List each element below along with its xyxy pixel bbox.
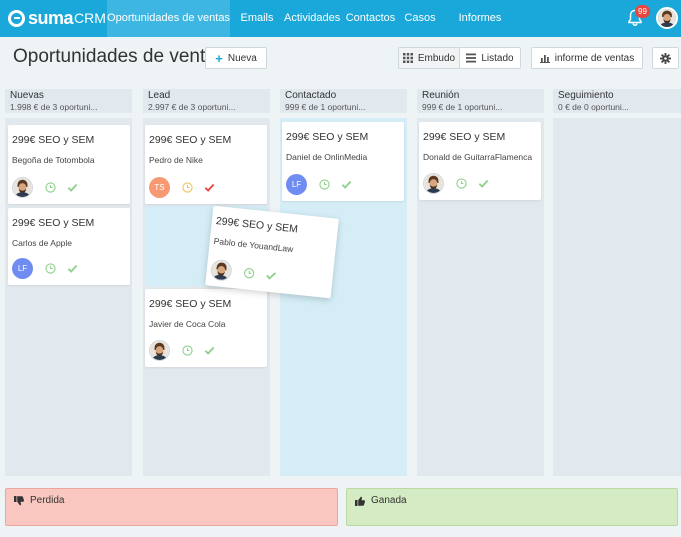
opportunity-card[interactable]: 299€ SEO y SEM Carlos de Apple LF: [8, 208, 130, 285]
nav-tab-emails[interactable]: Emails: [237, 0, 277, 37]
card-title: 299€ SEO y SEM: [286, 131, 369, 143]
check-icon[interactable]: [265, 269, 277, 281]
card-contact[interactable]: Begoña de Totombola: [12, 155, 95, 165]
list-icon: [466, 53, 477, 63]
logo-icon: [8, 9, 25, 27]
sales-report-label: informe de ventas: [554, 52, 635, 64]
sales-report-button[interactable]: informe de ventas: [531, 47, 643, 69]
person-photo-icon: [210, 259, 232, 281]
grid-icon: [402, 53, 413, 63]
owner-avatar[interactable]: [209, 258, 233, 282]
check-icon[interactable]: [67, 182, 78, 193]
thumbs-up-icon: [355, 496, 365, 506]
person-photo-icon: [13, 178, 32, 197]
column-header-contactado: Contactado 999 € de 1 oportuni...: [280, 89, 407, 113]
owner-avatar[interactable]: [423, 173, 444, 194]
logo-text: suma: [28, 7, 74, 28]
new-opportunity-button[interactable]: + Nueva: [205, 47, 267, 69]
card-contact[interactable]: Pedro de Nike: [149, 155, 203, 165]
plus-icon: +: [215, 50, 223, 66]
card-contact[interactable]: Donald de GuitarraFlamenca: [423, 152, 532, 162]
owner-avatar[interactable]: TS: [149, 177, 170, 198]
card-title: 299€ SEO y SEM: [423, 131, 506, 143]
opportunity-card[interactable]: 299€ SEO y SEM Daniel de OnlinMedia LF: [282, 122, 404, 201]
card-contact[interactable]: Pablo de YouandLaw: [213, 236, 293, 254]
person-photo-icon: [424, 174, 443, 193]
column-header-reunion: Reunión 999 € de 1 oportuni...: [417, 89, 544, 113]
column-summary: 999 € de 1 oportuni...: [285, 102, 366, 112]
list-view-label: Listado: [481, 52, 514, 64]
card-title: 299€ SEO y SEM: [149, 134, 232, 146]
dragging-opportunity-card[interactable]: 299€ SEO y SEM Pablo de YouandLaw: [205, 205, 339, 299]
opportunity-card[interactable]: 299€ SEO y SEM Javier de Coca Cola: [145, 289, 267, 367]
notification-badge: 99: [635, 5, 650, 18]
check-icon[interactable]: [478, 178, 489, 189]
clock-icon[interactable]: [319, 179, 330, 190]
clock-icon[interactable]: [45, 263, 56, 274]
opportunity-card[interactable]: 299€ SEO y SEM Donald de GuitarraFlamenc…: [419, 122, 541, 200]
settings-button[interactable]: [652, 47, 679, 69]
column-summary: 1.998 € de 3 oportuni...: [10, 102, 98, 112]
logo-suffix: CRM: [74, 10, 106, 26]
nav-tab-oportunidades[interactable]: Oportunidades de ventas: [107, 0, 230, 37]
nav-tab-actividades[interactable]: Actividades: [284, 0, 340, 37]
check-icon[interactable]: [204, 345, 215, 356]
won-drop-zone[interactable]: Ganada: [346, 488, 678, 526]
user-avatar[interactable]: [656, 7, 678, 29]
column-header-nuevas: Nuevas 1.998 € de 3 oportuni...: [5, 89, 132, 113]
suma-crm-logo[interactable]: suma CRM: [8, 8, 106, 28]
card-contact[interactable]: Carlos de Apple: [12, 238, 72, 248]
column-header-seguimiento: Seguimiento 0 € de 0 oportuni...: [553, 89, 681, 113]
user-photo-icon: [658, 9, 676, 27]
nav-tab-informes[interactable]: Informes: [455, 0, 505, 37]
list-view-button[interactable]: Listado: [459, 47, 521, 69]
funnel-view-button[interactable]: Embudo: [398, 47, 460, 69]
top-navbar: suma CRM Oportunidades de ventas Emails …: [0, 0, 681, 37]
card-contact[interactable]: Daniel de OnlinMedia: [286, 152, 367, 162]
clock-icon[interactable]: [182, 182, 193, 193]
check-done-icon[interactable]: [204, 182, 215, 193]
column-summary: 2.997 € de 3 oportuni...: [148, 102, 236, 112]
lost-zone-label: Perdida: [30, 495, 65, 506]
owner-avatar[interactable]: [12, 177, 33, 198]
won-zone-label: Ganada: [371, 495, 407, 506]
person-photo-icon: [150, 341, 169, 360]
nav-tab-contactos[interactable]: Contactos: [345, 0, 396, 37]
nav-tab-casos[interactable]: Casos: [402, 0, 438, 37]
owner-avatar[interactable]: [149, 340, 170, 361]
page-title: Oportunidades de ventas: [13, 46, 226, 67]
column-summary: 999 € de 1 oportuni...: [422, 102, 503, 112]
funnel-view-label: Embudo: [417, 52, 456, 64]
card-title: 299€ SEO y SEM: [12, 134, 95, 146]
column-title: Nuevas: [10, 90, 44, 101]
opportunity-card[interactable]: 299€ SEO y SEM Begoña de Totombola: [8, 125, 130, 204]
card-title: 299€ SEO y SEM: [12, 217, 95, 229]
card-contact[interactable]: Javier de Coca Cola: [149, 319, 226, 329]
column-title: Lead: [148, 90, 171, 101]
column-title: Reunión: [422, 90, 460, 101]
card-title: 299€ SEO y SEM: [149, 298, 232, 310]
owner-avatar[interactable]: LF: [286, 174, 307, 195]
clock-icon[interactable]: [456, 178, 467, 189]
column-summary: 0 € de 0 oportuni...: [558, 102, 629, 112]
bar-chart-icon: [539, 55, 550, 63]
clock-icon[interactable]: [45, 182, 56, 193]
check-icon[interactable]: [67, 263, 78, 274]
thumbs-down-icon: [14, 496, 24, 506]
clock-icon[interactable]: [243, 267, 255, 279]
clock-icon[interactable]: [182, 345, 193, 356]
lost-drop-zone[interactable]: Perdida: [5, 488, 338, 526]
column-title: Contactado: [285, 90, 337, 101]
owner-avatar[interactable]: LF: [12, 258, 33, 279]
column-title: Seguimiento: [558, 90, 614, 101]
column-seguimiento[interactable]: [553, 118, 681, 476]
gear-icon: [660, 52, 671, 64]
column-header-lead: Lead 2.997 € de 3 oportuni...: [143, 89, 270, 113]
new-button-label: Nueva: [227, 52, 257, 64]
card-title: 299€ SEO y SEM: [215, 215, 299, 236]
check-icon[interactable]: [341, 179, 352, 190]
opportunity-card[interactable]: 299€ SEO y SEM Pedro de Nike TS: [145, 125, 267, 204]
